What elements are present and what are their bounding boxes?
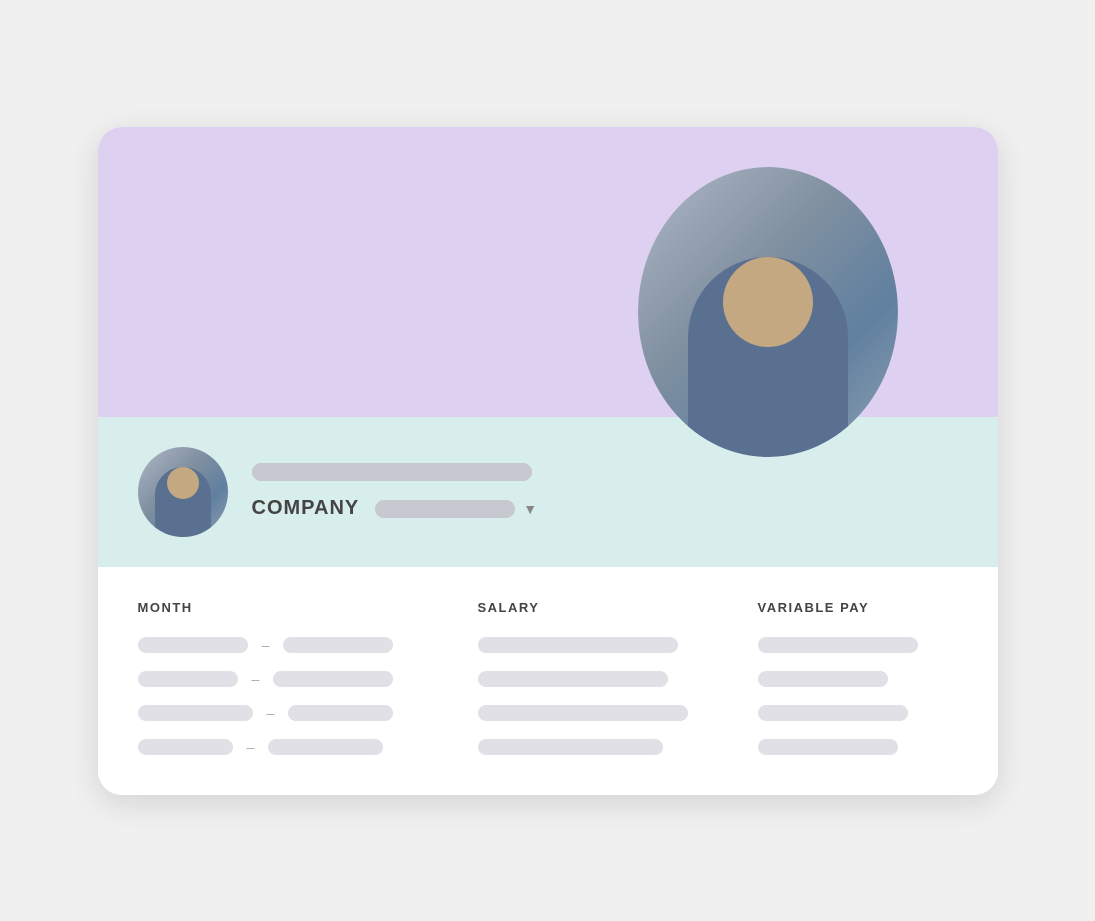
variable-pay-header-label: VARIABLE PAY: [758, 600, 870, 615]
col-month-header: MONTH: [138, 599, 478, 617]
table-section: MONTH SALARY VARIABLE PAY –: [98, 567, 998, 795]
salary-bar: [478, 671, 668, 687]
avatar-large-wrapper: [638, 167, 898, 457]
salary-cell: [478, 705, 758, 721]
table-row: –: [138, 705, 958, 721]
salary-bar: [478, 637, 678, 653]
company-value-bar: [375, 500, 515, 518]
table-rows: – –: [138, 637, 958, 755]
month-bar-end: [268, 739, 383, 755]
salary-header-label: SALARY: [478, 600, 540, 615]
date-separator: –: [252, 671, 260, 687]
col-variable-header: VARIABLE PAY: [758, 599, 958, 617]
variable-cell: [758, 705, 958, 721]
month-cell: –: [138, 671, 478, 687]
variable-cell: [758, 671, 958, 687]
table-row: –: [138, 671, 958, 687]
salary-cell: [478, 637, 758, 653]
month-bar-end: [273, 671, 393, 687]
salary-cell: [478, 739, 758, 755]
table-header: MONTH SALARY VARIABLE PAY: [138, 599, 958, 617]
variable-bar: [758, 705, 908, 721]
month-cell: –: [138, 739, 478, 755]
month-bar-end: [283, 637, 393, 653]
avatar-large: [638, 167, 898, 457]
banner-section: [98, 127, 998, 417]
month-header-label: MONTH: [138, 600, 193, 615]
variable-bar: [758, 739, 898, 755]
salary-bar: [478, 739, 663, 755]
table-row: –: [138, 637, 958, 653]
date-separator: –: [267, 705, 275, 721]
company-dropdown[interactable]: ▼: [375, 500, 537, 518]
company-row: COMPANY ▼: [252, 497, 538, 520]
variable-bar: [758, 671, 888, 687]
month-bar-start: [138, 739, 233, 755]
month-bar-start: [138, 705, 253, 721]
variable-cell: [758, 739, 958, 755]
month-cell: –: [138, 637, 478, 653]
salary-cell: [478, 671, 758, 687]
table-row: –: [138, 739, 958, 755]
date-separator: –: [262, 637, 270, 653]
chevron-down-icon: ▼: [523, 501, 537, 517]
month-bar-start: [138, 671, 238, 687]
date-separator: –: [247, 739, 255, 755]
month-bar-start: [138, 637, 248, 653]
month-bar-end: [288, 705, 393, 721]
col-salary-header: SALARY: [478, 599, 758, 617]
profile-info: COMPANY ▼: [252, 463, 538, 520]
month-cell: –: [138, 705, 478, 721]
company-label: COMPANY: [252, 497, 360, 520]
variable-bar: [758, 637, 918, 653]
employee-card: COMPANY ▼ MONTH SALARY VARIABLE PAY: [98, 127, 998, 795]
profile-section: COMPANY ▼: [98, 417, 998, 567]
avatar-small: [138, 447, 228, 537]
variable-cell: [758, 637, 958, 653]
salary-bar: [478, 705, 688, 721]
name-bar: [252, 463, 532, 481]
